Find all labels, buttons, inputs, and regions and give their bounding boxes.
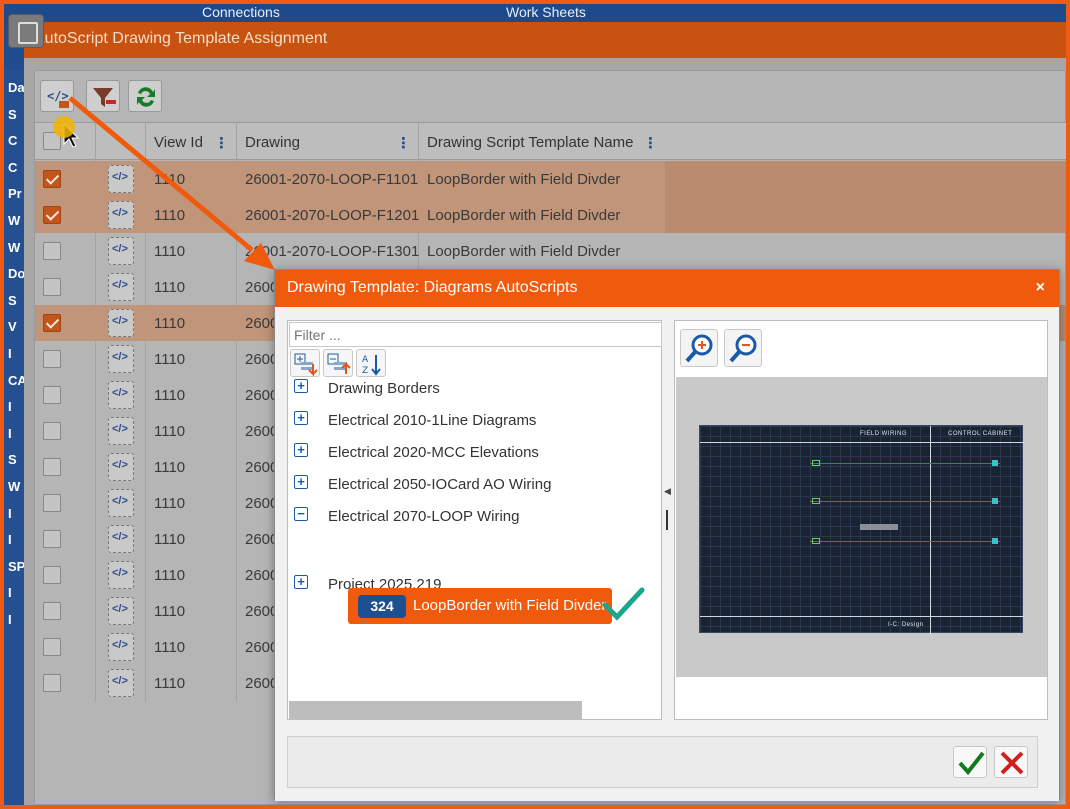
click-highlight [53, 116, 75, 138]
annotation-arrow [63, 96, 275, 270]
